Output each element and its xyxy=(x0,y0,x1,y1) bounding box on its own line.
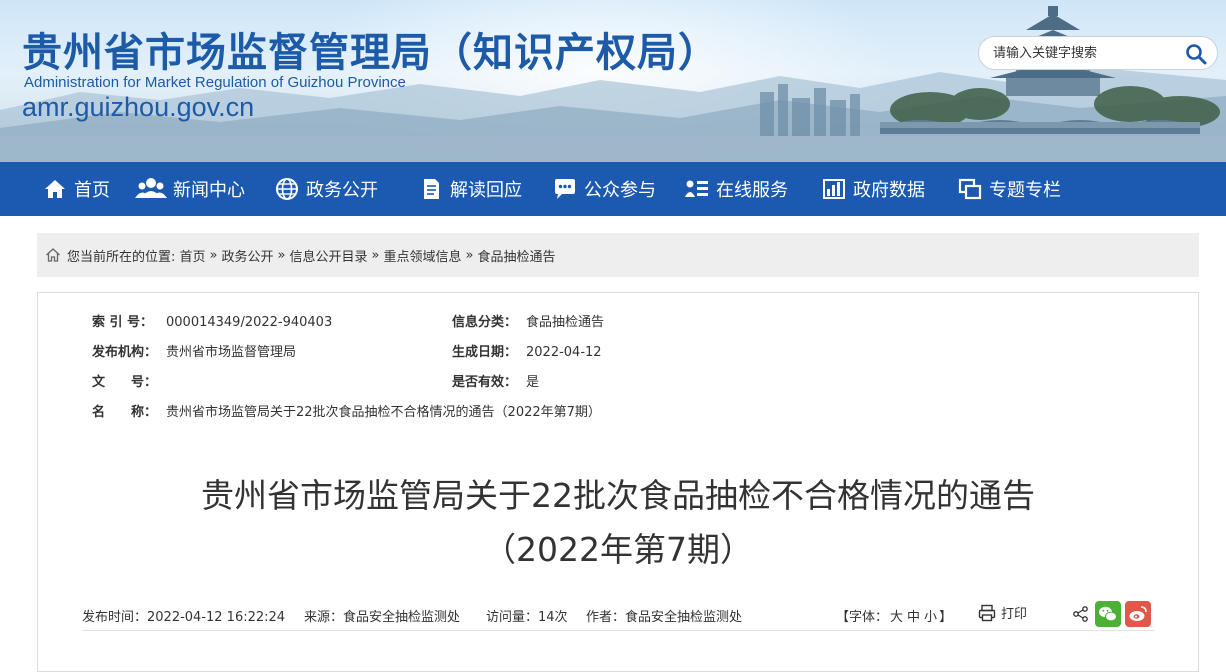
breadcrumb-separator: » xyxy=(371,247,380,263)
print-button[interactable]: 打印 xyxy=(978,603,1027,622)
nav-item-online-service[interactable]: 在线服务 xyxy=(684,162,788,216)
font-size-medium[interactable]: 中 xyxy=(907,610,920,625)
font-size-switcher: 【字体：大中小】 xyxy=(836,606,952,625)
breadcrumb-prefix: 您当前所在的位置: xyxy=(67,249,176,265)
wechat-share-icon[interactable] xyxy=(1095,601,1121,627)
breadcrumb: 您当前所在的位置: 首页 » 政务公开 » 信息公开目录 » 重点领域信息 » … xyxy=(37,233,1199,277)
nav-item-public-participation[interactable]: 公众参与 xyxy=(552,162,656,216)
site-title: 贵州省市场监督管理局（知识产权局） xyxy=(22,30,719,76)
article-title-line-2: （2022年第7期） xyxy=(483,530,753,569)
meta-label: 信息分类： xyxy=(452,315,518,330)
meta-index: 索 引 号： 000014349/2022-940403 xyxy=(92,311,332,330)
site-domain: amr.guizhou.gov.cn xyxy=(22,92,255,122)
meta-label: 生成日期： xyxy=(452,345,518,360)
meta-value: 食品抽检通告 xyxy=(526,315,605,330)
site-english-name: Administration for Market Regulation of … xyxy=(24,74,406,91)
breadcrumb-separator: » xyxy=(277,247,286,263)
meta-category: 信息分类： 食品抽检通告 xyxy=(452,311,604,330)
home-icon xyxy=(46,248,60,262)
breadcrumb-link-info-catalog[interactable]: 信息公开目录 xyxy=(290,246,368,265)
user-list-icon xyxy=(684,176,710,202)
main-nav: 首页 新闻中心 政务公开 解读回应 公众参与 在线服务 政府数据 专题专栏 xyxy=(0,162,1226,216)
nav-item-label: 首页 xyxy=(74,180,110,201)
nav-item-news[interactable]: 新闻中心 xyxy=(135,162,245,216)
breadcrumb-link-government-affairs[interactable]: 政务公开 xyxy=(222,246,274,265)
people-icon xyxy=(135,176,167,202)
meta-label: 是否有效： xyxy=(452,375,518,390)
meta-value: 000014349/2022-940403 xyxy=(166,315,333,330)
breadcrumb-link-food-notice[interactable]: 食品抽检通告 xyxy=(477,246,555,265)
search-input[interactable] xyxy=(993,43,1173,63)
font-size-large[interactable]: 大 xyxy=(890,610,903,625)
bar-chart-icon xyxy=(821,176,847,202)
weibo-share-icon[interactable] xyxy=(1125,601,1151,627)
font-size-suffix: 】 xyxy=(939,610,953,625)
windows-icon xyxy=(957,176,983,202)
meta-value: 是 xyxy=(526,375,540,390)
meta-value: 贵州省市场监督管理局 xyxy=(166,345,297,360)
nav-item-label: 政务公开 xyxy=(306,180,378,201)
font-size-prefix: 【字体： xyxy=(836,610,889,625)
meta-doc-number: 文 号： xyxy=(92,371,166,390)
meta-label: 发布机构： xyxy=(92,345,158,360)
meta-value: 贵州省市场监管局关于22批次食品抽检不合格情况的通告（2022年第7期） xyxy=(166,405,601,420)
meta-date: 生成日期： 2022-04-12 xyxy=(452,341,602,360)
globe-icon xyxy=(274,176,300,202)
meta-label: 文 号： xyxy=(92,375,158,390)
printer-icon xyxy=(978,604,996,621)
nav-item-label: 政府数据 xyxy=(853,180,925,201)
breadcrumb-link-key-areas[interactable]: 重点领域信息 xyxy=(383,246,461,265)
meta-label: 索 引 号： xyxy=(92,315,154,330)
article-info-bar: 发布时间：2022-04-12 16:22:24 来源：食品安全抽检监测处 访问… xyxy=(82,595,1154,631)
search-icon[interactable] xyxy=(1185,43,1207,65)
breadcrumb-separator: » xyxy=(209,247,218,263)
nav-item-label: 解读回应 xyxy=(450,180,522,201)
breadcrumb-link-home[interactable]: 首页 xyxy=(180,246,206,265)
meta-label: 名 称： xyxy=(92,405,158,420)
home-icon xyxy=(42,176,68,202)
meta-validity: 是否有效： 是 xyxy=(452,371,539,390)
nav-item-label: 专题专栏 xyxy=(989,180,1061,201)
document-icon xyxy=(418,176,444,202)
nav-item-special-topics[interactable]: 专题专栏 xyxy=(957,162,1061,216)
nav-item-label: 在线服务 xyxy=(716,180,788,201)
meta-publisher: 发布机构： 贵州省市场监督管理局 xyxy=(92,341,296,360)
article-author: 作者：食品安全抽检监测处 xyxy=(586,610,743,625)
breadcrumb-separator: » xyxy=(465,247,474,263)
article-container: 索 引 号： 000014349/2022-940403 信息分类： 食品抽检通告 … xyxy=(37,292,1199,672)
header-banner: 贵州省市场监督管理局（知识产权局） Administration for Mar… xyxy=(0,0,1226,162)
nav-item-government-affairs[interactable]: 政务公开 xyxy=(274,162,378,216)
nav-item-label: 公众参与 xyxy=(584,180,656,201)
view-count: 访问量：14次 xyxy=(486,610,568,625)
article-source: 来源：食品安全抽检监测处 xyxy=(304,610,461,625)
font-size-small[interactable]: 小 xyxy=(924,610,937,625)
nav-item-interpretation[interactable]: 解读回应 xyxy=(418,162,522,216)
meta-value: 2022-04-12 xyxy=(526,345,602,360)
publish-time: 发布时间：2022-04-12 16:22:24 xyxy=(82,610,286,625)
article-title-line-1: 贵州省市场监管局关于22批次食品抽检不合格情况的通告 xyxy=(201,476,1035,515)
chat-icon xyxy=(552,176,578,202)
search-box xyxy=(978,36,1218,70)
print-label: 打印 xyxy=(1001,607,1028,622)
nav-item-home[interactable]: 首页 xyxy=(42,162,110,216)
nav-item-label: 新闻中心 xyxy=(173,180,245,201)
nav-item-government-data[interactable]: 政府数据 xyxy=(821,162,925,216)
share-icon[interactable] xyxy=(1072,605,1090,623)
meta-name: 名 称： 贵州省市场监管局关于22批次食品抽检不合格情况的通告（2022年第7期） xyxy=(92,401,601,420)
